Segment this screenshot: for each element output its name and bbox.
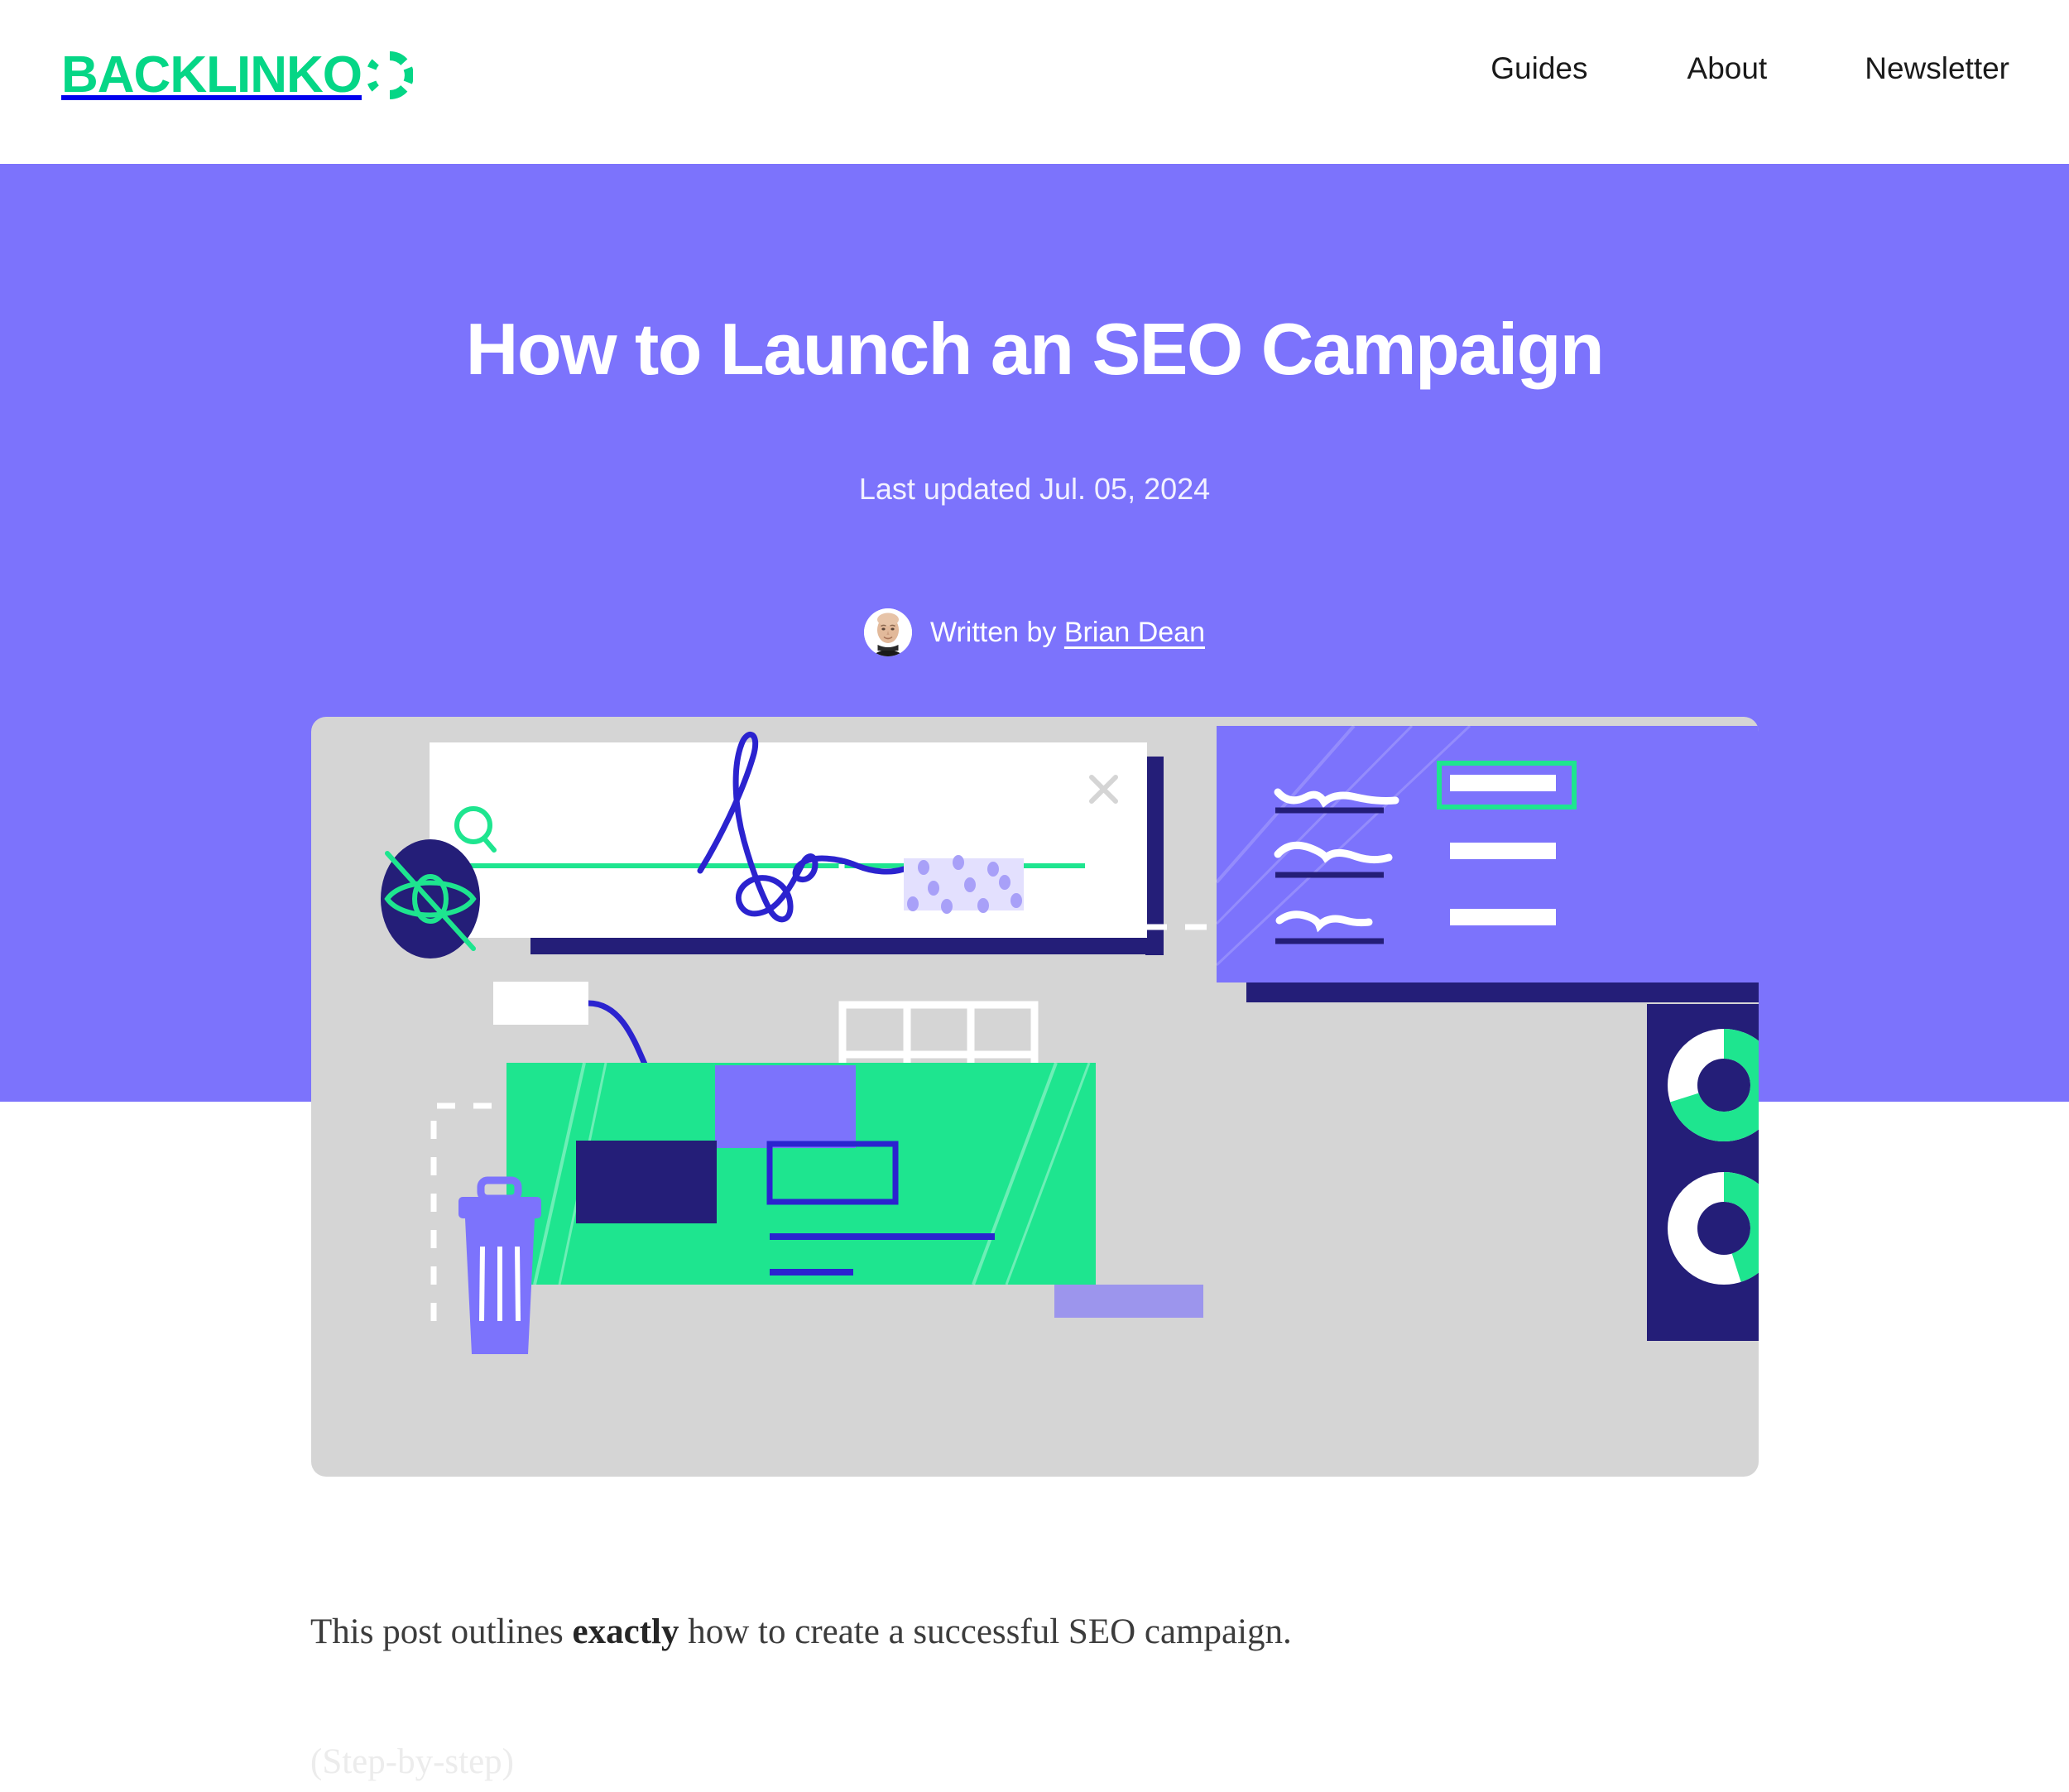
panel-bar-3 bbox=[1450, 909, 1556, 925]
hero-illustration bbox=[311, 717, 1759, 1477]
main-navigation: Guides About Newsletter bbox=[1491, 53, 2009, 84]
site-header: BACKLINKO Guides About Newsletter bbox=[0, 0, 2069, 164]
trash-icon bbox=[458, 1176, 541, 1354]
logo-ring-icon bbox=[367, 51, 413, 99]
panel-bar-1 bbox=[1450, 775, 1556, 791]
purple-tab bbox=[715, 1065, 856, 1148]
article-body: This post outlines exactly how to create… bbox=[310, 1606, 1800, 1789]
avatar-portrait-icon bbox=[864, 608, 912, 656]
author-avatar bbox=[864, 608, 912, 656]
logo-wordmark: BACKLINKO bbox=[61, 46, 362, 103]
byline-text: Written by Brian Dean bbox=[930, 617, 1205, 649]
white-label-box bbox=[493, 982, 588, 1025]
nav-item-guides[interactable]: Guides bbox=[1491, 53, 1587, 84]
panel-bar-2 bbox=[1450, 843, 1556, 859]
page-title: How to Launch an SEO Campaign bbox=[465, 308, 1605, 390]
byline-prefix: Written by bbox=[930, 616, 1057, 648]
nav-item-about[interactable]: About bbox=[1687, 53, 1768, 84]
seo-campaign-illustration bbox=[381, 724, 1759, 1354]
search-card-shadow-bottom bbox=[530, 936, 1164, 954]
navy-block bbox=[576, 1141, 717, 1223]
nav-item-newsletter[interactable]: Newsletter bbox=[1865, 53, 2009, 84]
intro-text-after: how to create a successful SEO campaign. bbox=[679, 1612, 1292, 1651]
intro-text-bold: exactly bbox=[572, 1612, 679, 1651]
connector-dot bbox=[647, 916, 664, 938]
author-link[interactable]: Brian Dean bbox=[1064, 617, 1205, 648]
site-logo[interactable]: BACKLINKO bbox=[61, 50, 413, 101]
page-root: BACKLINKO Guides About Newsletter How to… bbox=[0, 0, 2069, 1792]
intro-paragraph: This post outlines exactly how to create… bbox=[310, 1606, 1800, 1660]
last-updated-date: Last updated Jul. 05, 2024 bbox=[858, 472, 1211, 506]
intro-text-before: This post outlines bbox=[310, 1612, 573, 1651]
author-byline: Written by Brian Dean bbox=[0, 608, 2069, 656]
lavender-bar bbox=[1054, 1285, 1203, 1318]
step-by-step-paragraph: (Step-by-step) bbox=[310, 1742, 514, 1781]
